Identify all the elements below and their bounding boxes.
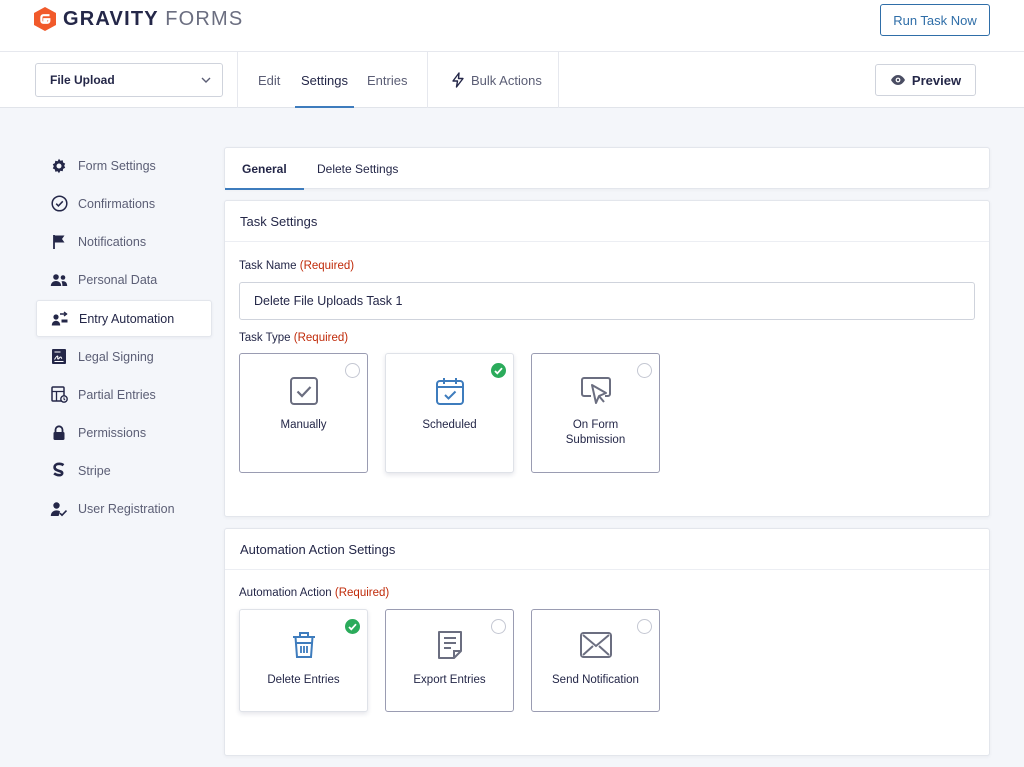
lock-icon — [50, 424, 68, 442]
task-name-label: Task Name (Required) — [239, 260, 354, 272]
sidebar-item-label: Personal Data — [78, 272, 158, 287]
action-card-send-notification[interactable]: Send Notification — [531, 609, 660, 712]
toolbar-divider — [558, 52, 559, 108]
card-label: On Form Submission — [565, 419, 626, 446]
logo-text: GRAVITY FORMS — [63, 8, 243, 31]
top-header: GRAVITY FORMS Run Task Now — [0, 0, 1024, 52]
required-indicator: (Required) — [334, 587, 390, 599]
gravity-forms-logo[interactable]: GRAVITY FORMS — [34, 7, 243, 31]
document-icon — [386, 630, 513, 660]
gravity-forms-logo-icon — [34, 7, 56, 31]
tab-entries[interactable]: Entries — [367, 52, 407, 108]
sidebar-item-label: Stripe — [78, 463, 111, 478]
settings-subtabs: General Delete Settings — [224, 147, 990, 190]
sidebar-item-legal-signing[interactable]: Legal Signing — [36, 338, 212, 375]
sidebar-item-confirmations[interactable]: Confirmations — [36, 185, 212, 222]
task-name-value: Delete File Uploads Task 1 — [254, 294, 403, 308]
task-name-label-text: Task Name — [239, 260, 297, 272]
stripe-icon — [50, 462, 68, 480]
sidebar-item-label: Permissions — [78, 425, 147, 440]
form-toolbar: File Upload Edit Settings Entries Bulk A… — [0, 52, 1024, 108]
preview-button[interactable]: Preview — [875, 64, 976, 96]
panel-title: Automation Action Settings — [225, 529, 989, 570]
sidebar-item-form-settings[interactable]: Form Settings — [36, 147, 212, 184]
task-type-card-scheduled[interactable]: Scheduled — [385, 353, 514, 473]
task-settings-panel: Task Settings Task Name (Required) Delet… — [224, 200, 990, 517]
automation-action-label: Automation Action (Required) — [239, 587, 389, 599]
panel-title: Task Settings — [225, 201, 989, 242]
automation-icon — [51, 310, 69, 328]
toolbar-divider — [427, 52, 428, 108]
checkbox-icon — [240, 376, 367, 406]
sidebar-item-label: Entry Automation — [79, 311, 175, 326]
form-select-dropdown[interactable]: File Upload — [35, 63, 223, 97]
task-type-card-on-form-submission[interactable]: On Form Submission — [531, 353, 660, 473]
tab-edit[interactable]: Edit — [258, 52, 280, 108]
tab-delete-settings[interactable]: Delete Settings — [317, 148, 398, 189]
task-name-input[interactable]: Delete File Uploads Task 1 — [239, 282, 975, 320]
action-card-delete-entries[interactable]: Delete Entries — [239, 609, 368, 712]
sidebar-item-notifications[interactable]: Notifications — [36, 223, 212, 260]
preview-label: Preview — [911, 72, 962, 88]
logo-text-bold: GRAVITY — [63, 7, 159, 30]
chevron-down-icon — [201, 77, 211, 83]
gear-icon — [50, 157, 68, 175]
calendar-icon — [386, 376, 513, 406]
sidebar-item-personal-data[interactable]: Personal Data — [36, 261, 212, 298]
card-label: Export Entries — [413, 674, 486, 686]
task-type-label-text: Task Type — [239, 332, 291, 344]
sidebar-item-label: Form Settings — [78, 158, 156, 173]
automation-action-label-text: Automation Action — [239, 587, 332, 599]
bulk-actions-button[interactable]: Bulk Actions — [451, 52, 542, 108]
sidebar-item-label: Legal Signing — [78, 349, 154, 364]
lightning-icon — [452, 72, 464, 88]
task-type-label: Task Type (Required) — [239, 332, 348, 344]
card-label: Scheduled — [422, 419, 477, 431]
trash-icon — [240, 630, 367, 660]
sidebar-item-label: Notifications — [78, 234, 147, 249]
flag-icon — [50, 233, 68, 251]
eye-icon — [890, 75, 905, 85]
signing-icon — [50, 348, 68, 366]
run-task-now-button[interactable]: Run Task Now — [880, 4, 990, 36]
sidebar-item-label: User Registration — [78, 501, 175, 516]
check-circle-icon — [50, 195, 68, 213]
action-card-export-entries[interactable]: Export Entries — [385, 609, 514, 712]
sidebar-item-partial-entries[interactable]: Partial Entries — [36, 376, 212, 413]
tab-settings[interactable]: Settings — [295, 52, 354, 108]
people-icon — [50, 271, 68, 289]
user-check-icon — [50, 500, 68, 518]
partial-entries-icon — [50, 386, 68, 404]
bulk-actions-label: Bulk Actions — [471, 72, 542, 88]
sidebar-item-label: Confirmations — [78, 196, 156, 211]
envelope-icon — [532, 631, 659, 659]
automation-action-settings-panel: Automation Action Settings Automation Ac… — [224, 528, 990, 756]
form-select-value: File Upload — [50, 73, 115, 87]
card-label: Delete Entries — [267, 674, 340, 686]
tab-general[interactable]: General — [225, 148, 304, 190]
card-label: Send Notification — [552, 674, 639, 686]
task-type-card-manually[interactable]: Manually — [239, 353, 368, 473]
sidebar-item-entry-automation[interactable]: Entry Automation — [36, 300, 212, 337]
card-label: Manually — [280, 419, 327, 431]
required-indicator: (Required) — [299, 260, 355, 272]
sidebar-item-permissions[interactable]: Permissions — [36, 414, 212, 451]
sidebar-item-label: Partial Entries — [78, 387, 156, 402]
toolbar-divider — [237, 52, 238, 108]
logo-text-light: FORMS — [165, 7, 244, 30]
cursor-click-icon — [532, 376, 659, 406]
required-indicator: (Required) — [293, 332, 349, 344]
sidebar-item-user-registration[interactable]: User Registration — [36, 490, 212, 527]
sidebar-item-stripe[interactable]: Stripe — [36, 452, 212, 489]
